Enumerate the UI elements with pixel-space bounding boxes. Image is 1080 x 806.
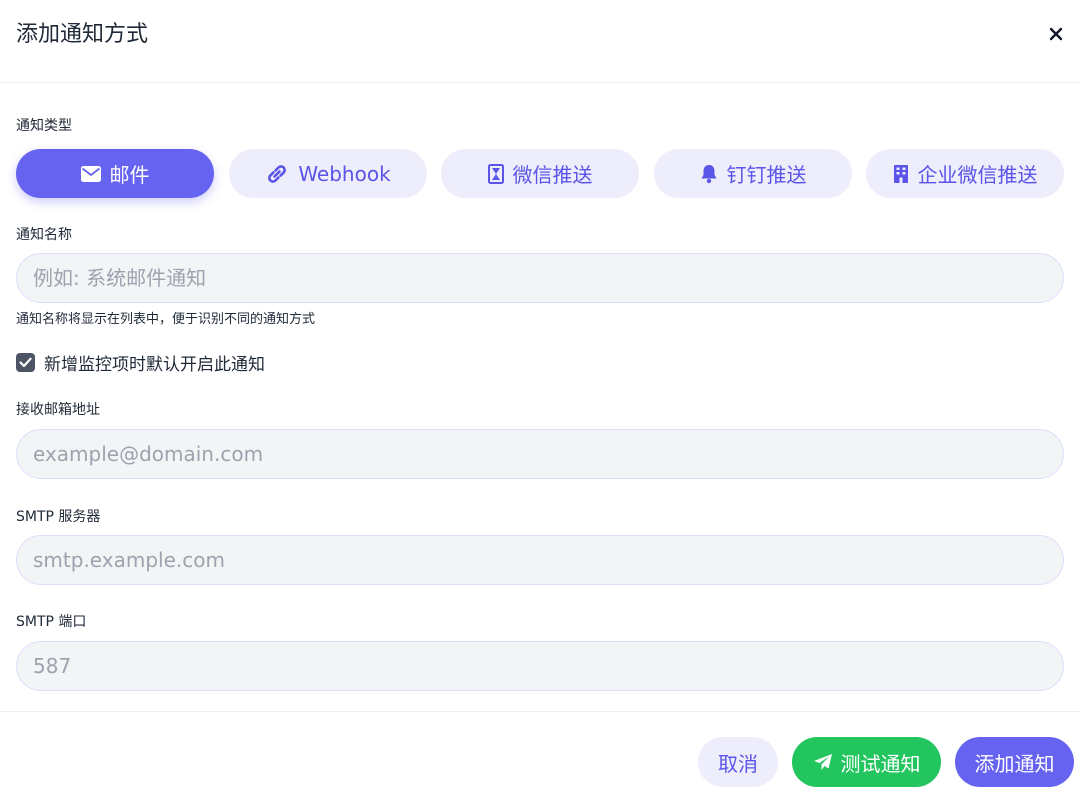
bell-icon: [700, 164, 718, 184]
notification-name-input[interactable]: [16, 253, 1064, 303]
tab-webhook-label: Webhook: [298, 161, 391, 186]
add-notification-button[interactable]: 添加通知: [955, 737, 1074, 787]
tab-wecom-label: 企业微信推送: [917, 163, 1038, 187]
name-hint: 通知名称将显示在列表中，便于识别不同的通知方式: [16, 312, 316, 327]
smtp-port-label: SMTP 端口: [16, 614, 87, 630]
dialog-title: 添加通知方式: [16, 22, 149, 47]
link-icon: [265, 163, 289, 185]
email-label: 接收邮箱地址: [16, 402, 100, 418]
close-button[interactable]: [1040, 18, 1072, 50]
footer-divider: [0, 711, 1080, 712]
hourglass-icon: [487, 163, 504, 184]
close-icon: [1049, 27, 1063, 41]
tab-dingtalk-label: 钉钉推送: [726, 163, 807, 187]
smtp-server-input[interactable]: [16, 535, 1064, 585]
tab-dingtalk[interactable]: 钉钉推送: [654, 149, 852, 198]
dialog-header: 添加通知方式: [0, 0, 1080, 83]
add-notification-label: 添加通知: [974, 751, 1055, 776]
name-label: 通知名称: [16, 227, 72, 243]
building-icon: [893, 164, 909, 184]
type-label: 通知类型: [16, 118, 72, 134]
tab-wechat-label: 微信推送: [512, 163, 593, 187]
paper-plane-icon: [813, 753, 833, 771]
test-notification-button[interactable]: 测试通知: [792, 737, 941, 787]
tab-webhook[interactable]: Webhook: [229, 149, 427, 198]
tab-wechat[interactable]: 微信推送: [441, 149, 639, 198]
tab-email[interactable]: 邮件: [16, 149, 214, 198]
envelope-icon: [80, 165, 101, 182]
default-enable-checkbox[interactable]: [16, 352, 35, 372]
default-enable-row[interactable]: 新增监控项时默认开启此通知: [16, 350, 265, 375]
smtp-port-input[interactable]: [16, 641, 1064, 691]
cancel-button-label: 取消: [718, 751, 758, 776]
smtp-server-label: SMTP 服务器: [16, 509, 101, 525]
checkmark-icon: [19, 357, 32, 367]
tab-wecom[interactable]: 企业微信推送: [866, 149, 1064, 198]
tab-email-label: 邮件: [109, 163, 150, 187]
test-notification-label: 测试通知: [840, 751, 921, 776]
email-input[interactable]: [16, 429, 1064, 479]
default-enable-label: 新增监控项时默认开启此通知: [44, 354, 265, 375]
cancel-button[interactable]: 取消: [698, 737, 778, 787]
add-notification-dialog: 添加通知方式 通知类型 邮件 Webhook 微信推送 钉钉推送 企业微信推送 …: [0, 0, 1080, 806]
